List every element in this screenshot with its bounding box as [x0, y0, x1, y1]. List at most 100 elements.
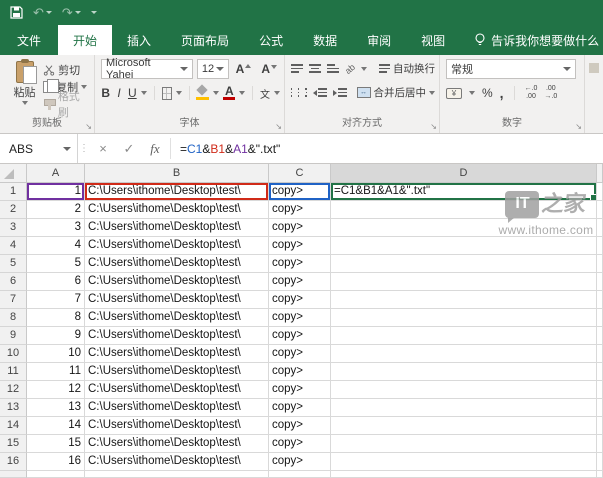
cell-E12[interactable]: [597, 381, 603, 399]
cell-D8[interactable]: [331, 309, 597, 327]
increase-decimal-icon[interactable]: ←.0 .00: [525, 85, 538, 101]
cell-A8[interactable]: 8: [27, 309, 85, 327]
row-header-8[interactable]: 8: [0, 309, 27, 327]
row-header-13[interactable]: 13: [0, 399, 27, 417]
formula-input[interactable]: =C1&B1&A1&".txt": [173, 134, 603, 163]
font-color-button[interactable]: A: [223, 86, 235, 100]
cell-E6[interactable]: [597, 273, 603, 291]
cell-C11[interactable]: copy>: [269, 363, 331, 381]
cell-E15[interactable]: [597, 435, 603, 453]
tab-review[interactable]: 审阅: [352, 25, 406, 55]
alignment-dialog-launcher-icon[interactable]: ↘: [430, 123, 437, 131]
cell-D14[interactable]: [331, 417, 597, 435]
align-top-icon[interactable]: [291, 64, 303, 73]
cell-E14[interactable]: [597, 417, 603, 435]
font-dialog-launcher-icon[interactable]: ↘: [275, 123, 282, 131]
cell-B9[interactable]: C:\Users\ithome\Desktop\test\: [85, 327, 269, 345]
cell-A13[interactable]: 13: [27, 399, 85, 417]
row-header-10[interactable]: 10: [0, 345, 27, 363]
cell-C15[interactable]: copy>: [269, 435, 331, 453]
column-header-c[interactable]: C: [269, 164, 331, 183]
fill-color-dropdown-icon[interactable]: [213, 91, 219, 95]
wrap-text-button[interactable]: 自动换行: [379, 61, 435, 76]
cell-A4[interactable]: 4: [27, 237, 85, 255]
cell-C3[interactable]: copy>: [269, 219, 331, 237]
enter-button[interactable]: ✓: [116, 134, 142, 163]
cell-C2[interactable]: copy>: [269, 201, 331, 219]
cell-C1[interactable]: copy>: [269, 183, 331, 201]
cell-D5[interactable]: [331, 255, 597, 273]
align-left-icon[interactable]: [291, 88, 292, 97]
row-header-partial[interactable]: [0, 471, 27, 478]
phonetic-guide-icon[interactable]: 文: [260, 86, 270, 101]
cancel-button[interactable]: ×: [90, 134, 116, 163]
number-format-select[interactable]: 常规: [446, 59, 576, 79]
cell-D6[interactable]: [331, 273, 597, 291]
orientation-dropdown-icon[interactable]: [361, 67, 367, 71]
cell-E5[interactable]: [597, 255, 603, 273]
shrink-font-button[interactable]: A: [258, 62, 280, 76]
cell-A9[interactable]: 9: [27, 327, 85, 345]
row-header-15[interactable]: 15: [0, 435, 27, 453]
percent-style-icon[interactable]: %: [482, 86, 493, 100]
merge-dropdown-icon[interactable]: [429, 91, 435, 95]
cell-A6[interactable]: 6: [27, 273, 85, 291]
cell-A5[interactable]: 5: [27, 255, 85, 273]
cell-B14[interactable]: C:\Users\ithome\Desktop\test\: [85, 417, 269, 435]
grow-font-button[interactable]: A: [233, 62, 255, 76]
tab-formulas[interactable]: 公式: [244, 25, 298, 55]
column-header-d[interactable]: D: [331, 164, 597, 183]
cell-B10[interactable]: C:\Users\ithome\Desktop\test\: [85, 345, 269, 363]
orientation-icon[interactable]: ab: [343, 61, 357, 75]
paste-dropdown-icon[interactable]: [22, 101, 28, 105]
align-center-icon[interactable]: [298, 88, 299, 97]
decrease-indent-icon[interactable]: [313, 88, 327, 97]
cell-D2[interactable]: [331, 201, 597, 219]
cell-E13[interactable]: [597, 399, 603, 417]
cell-D7[interactable]: [331, 291, 597, 309]
align-bottom-icon[interactable]: [327, 64, 339, 73]
tab-file[interactable]: 文件: [0, 25, 58, 55]
formula-bar-resize-handle[interactable]: ⋮: [78, 134, 90, 163]
cell-A12[interactable]: 12: [27, 381, 85, 399]
row-header-2[interactable]: 2: [0, 201, 27, 219]
column-header-a[interactable]: A: [27, 164, 85, 183]
font-color-dropdown-icon[interactable]: [239, 91, 245, 95]
cell-E16[interactable]: [597, 453, 603, 471]
row-header-11[interactable]: 11: [0, 363, 27, 381]
cell-D13[interactable]: [331, 399, 597, 417]
conditional-formatting-icon-partial[interactable]: [589, 63, 599, 73]
cell-C10[interactable]: copy>: [269, 345, 331, 363]
cell-B3[interactable]: C:\Users\ithome\Desktop\test\: [85, 219, 269, 237]
borders-icon[interactable]: [162, 87, 172, 100]
cell-E4[interactable]: [597, 237, 603, 255]
tab-page-layout[interactable]: 页面布局: [166, 25, 244, 55]
cell-D4[interactable]: [331, 237, 597, 255]
fill-color-button[interactable]: [196, 86, 209, 100]
bold-button[interactable]: B: [101, 86, 110, 100]
cell-C16[interactable]: copy>: [269, 453, 331, 471]
phonetic-dropdown-icon[interactable]: [274, 91, 280, 95]
cell-D3[interactable]: [331, 219, 597, 237]
row-header-12[interactable]: 12: [0, 381, 27, 399]
cell-E9[interactable]: [597, 327, 603, 345]
cell-E7[interactable]: [597, 291, 603, 309]
tab-home[interactable]: 开始: [58, 25, 112, 55]
row-header-7[interactable]: 7: [0, 291, 27, 309]
cell-C13[interactable]: copy>: [269, 399, 331, 417]
cell-A10[interactable]: 10: [27, 345, 85, 363]
name-box[interactable]: ABS: [0, 134, 78, 163]
cell-D10[interactable]: [331, 345, 597, 363]
cell-C8[interactable]: copy>: [269, 309, 331, 327]
cell-C12[interactable]: copy>: [269, 381, 331, 399]
cell-B8[interactable]: C:\Users\ithome\Desktop\test\: [85, 309, 269, 327]
cell-D11[interactable]: [331, 363, 597, 381]
column-header-b[interactable]: B: [85, 164, 269, 183]
align-middle-icon[interactable]: [309, 64, 321, 73]
cell-D16[interactable]: [331, 453, 597, 471]
cell-B11[interactable]: C:\Users\ithome\Desktop\test\: [85, 363, 269, 381]
row-header-1[interactable]: 1: [0, 183, 27, 201]
cell-E11[interactable]: [597, 363, 603, 381]
cell-B12[interactable]: C:\Users\ithome\Desktop\test\: [85, 381, 269, 399]
row-header-14[interactable]: 14: [0, 417, 27, 435]
